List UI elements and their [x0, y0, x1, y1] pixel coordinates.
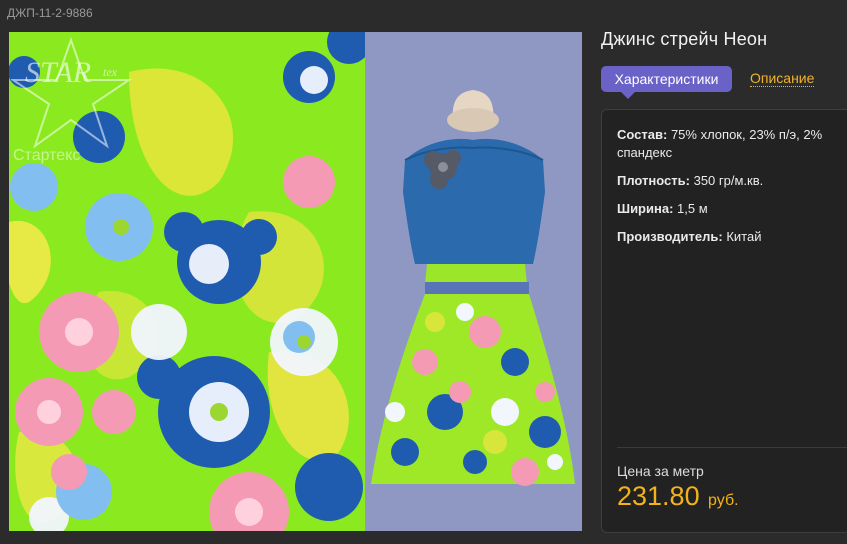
svg-text:tex: tex: [103, 65, 118, 79]
dress-mannequin-image: [365, 32, 582, 531]
svg-text:STAR: STAR: [25, 56, 91, 89]
tab-characteristics[interactable]: Характеристики: [601, 66, 732, 99]
tab-characteristics-label: Характеристики: [614, 71, 719, 87]
tab-caret-icon: [621, 92, 635, 99]
spec-value: 1,5 м: [677, 201, 708, 216]
product-gallery[interactable]: STAR tex Стартекс: [9, 32, 582, 531]
spec-density: Плотность: 350 гр/м.кв.: [617, 172, 847, 190]
price-divider: [617, 447, 847, 448]
specs-panel: Состав: 75% хлопок, 23% п/э, 2% спандекс…: [601, 109, 847, 533]
fabric-photo[interactable]: STAR tex Стартекс: [9, 32, 371, 531]
dress-photo[interactable]: [365, 32, 582, 531]
spec-value: Китай: [726, 229, 762, 244]
product-title: Джинс стрейч Неон: [601, 29, 768, 49]
price-currency: руб.: [708, 492, 739, 509]
spec-value: 350 гр/м.кв.: [693, 173, 764, 188]
spec-key: Состав:: [617, 127, 668, 142]
price: 231.80 руб.: [617, 481, 739, 512]
specs-list: Состав: 75% хлопок, 23% п/э, 2% спандекс…: [617, 126, 847, 256]
startex-logo: STAR tex Стартекс: [11, 36, 133, 164]
spec-key: Плотность:: [617, 173, 690, 188]
spec-width: Ширина: 1,5 м: [617, 200, 847, 218]
tab-description[interactable]: Описание: [750, 70, 815, 87]
product-sku: ДЖП-11-2-9886: [7, 6, 93, 20]
price-value: 231.80: [617, 481, 700, 511]
spec-key: Ширина:: [617, 201, 674, 216]
spec-composition: Состав: 75% хлопок, 23% п/э, 2% спандекс: [617, 126, 847, 162]
spec-key: Производитель:: [617, 229, 723, 244]
price-label: Цена за метр: [617, 463, 704, 479]
spec-manufacturer: Производитель: Китай: [617, 228, 847, 246]
svg-text:Стартекс: Стартекс: [13, 147, 80, 164]
